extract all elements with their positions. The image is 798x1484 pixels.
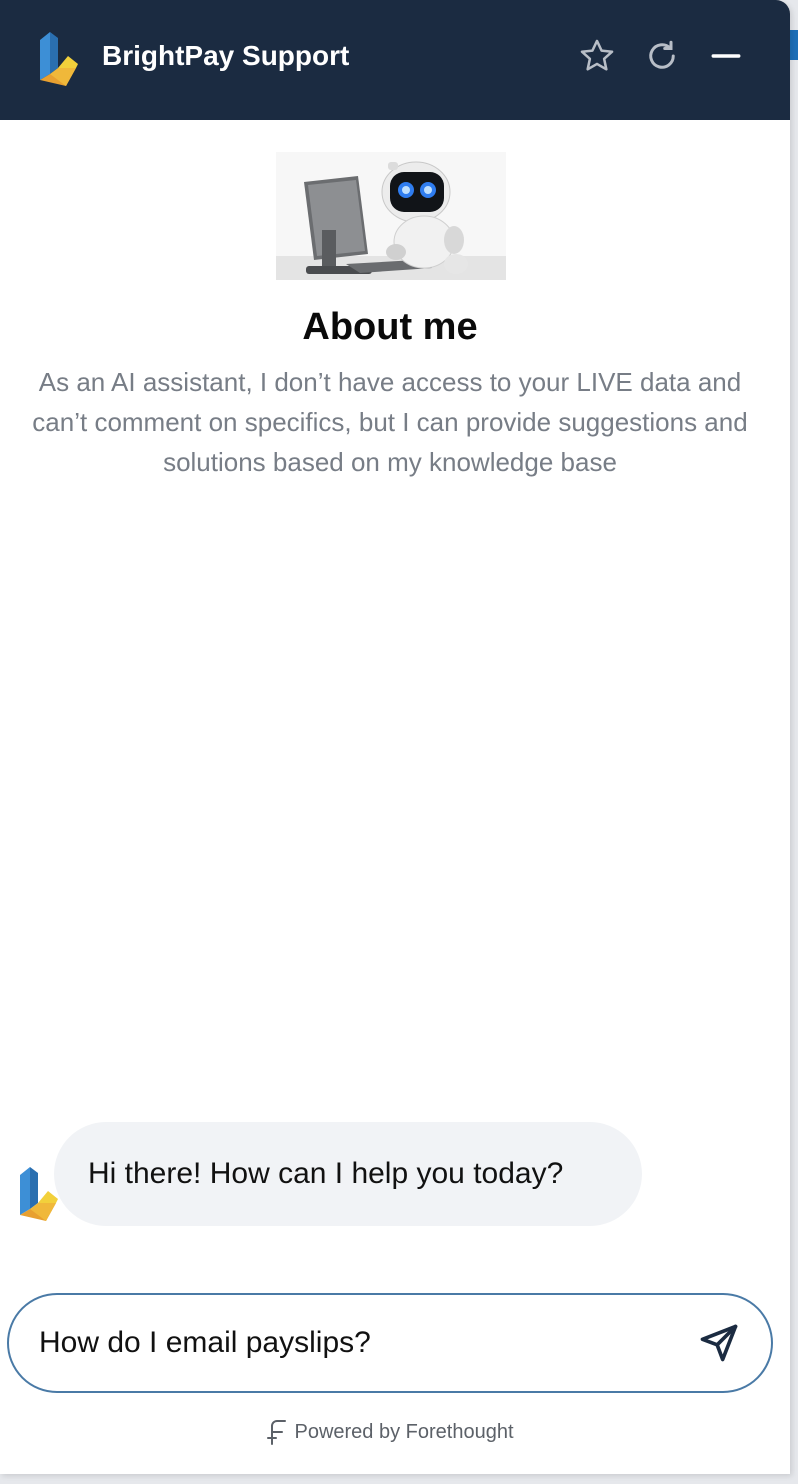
chat-header: BrightPay Support (0, 0, 790, 120)
brightpay-logo-icon (40, 32, 78, 86)
about-description: As an AI assistant, I don’t have access … (32, 367, 748, 477)
message-composer (7, 1293, 773, 1393)
minimize-button[interactable] (705, 35, 747, 77)
send-icon (700, 1324, 738, 1362)
powered-by-footer[interactable]: Powered by Forethought (0, 1418, 780, 1446)
message-input[interactable] (39, 1317, 679, 1369)
refresh-button[interactable] (641, 35, 683, 77)
minimize-icon (711, 54, 741, 58)
outer-accent-bar (790, 30, 798, 60)
powered-by-text: Powered by Forethought (294, 1420, 514, 1443)
send-button[interactable] (695, 1319, 743, 1367)
favorite-button[interactable] (576, 35, 618, 77)
about-title: About me (302, 306, 478, 348)
header-title: BrightPay Support (102, 40, 350, 71)
chat-widget: BrightPay Support About me As an AI assi… (0, 0, 790, 1474)
star-icon (580, 39, 614, 71)
bot-message-text: Hi there! How can I help you today? (88, 1157, 564, 1190)
refresh-icon (649, 40, 675, 69)
robot-computer-image (276, 152, 506, 280)
bot-message-bubble: Hi there! How can I help you today? (54, 1122, 642, 1226)
forethought-logo-icon (267, 1420, 287, 1445)
